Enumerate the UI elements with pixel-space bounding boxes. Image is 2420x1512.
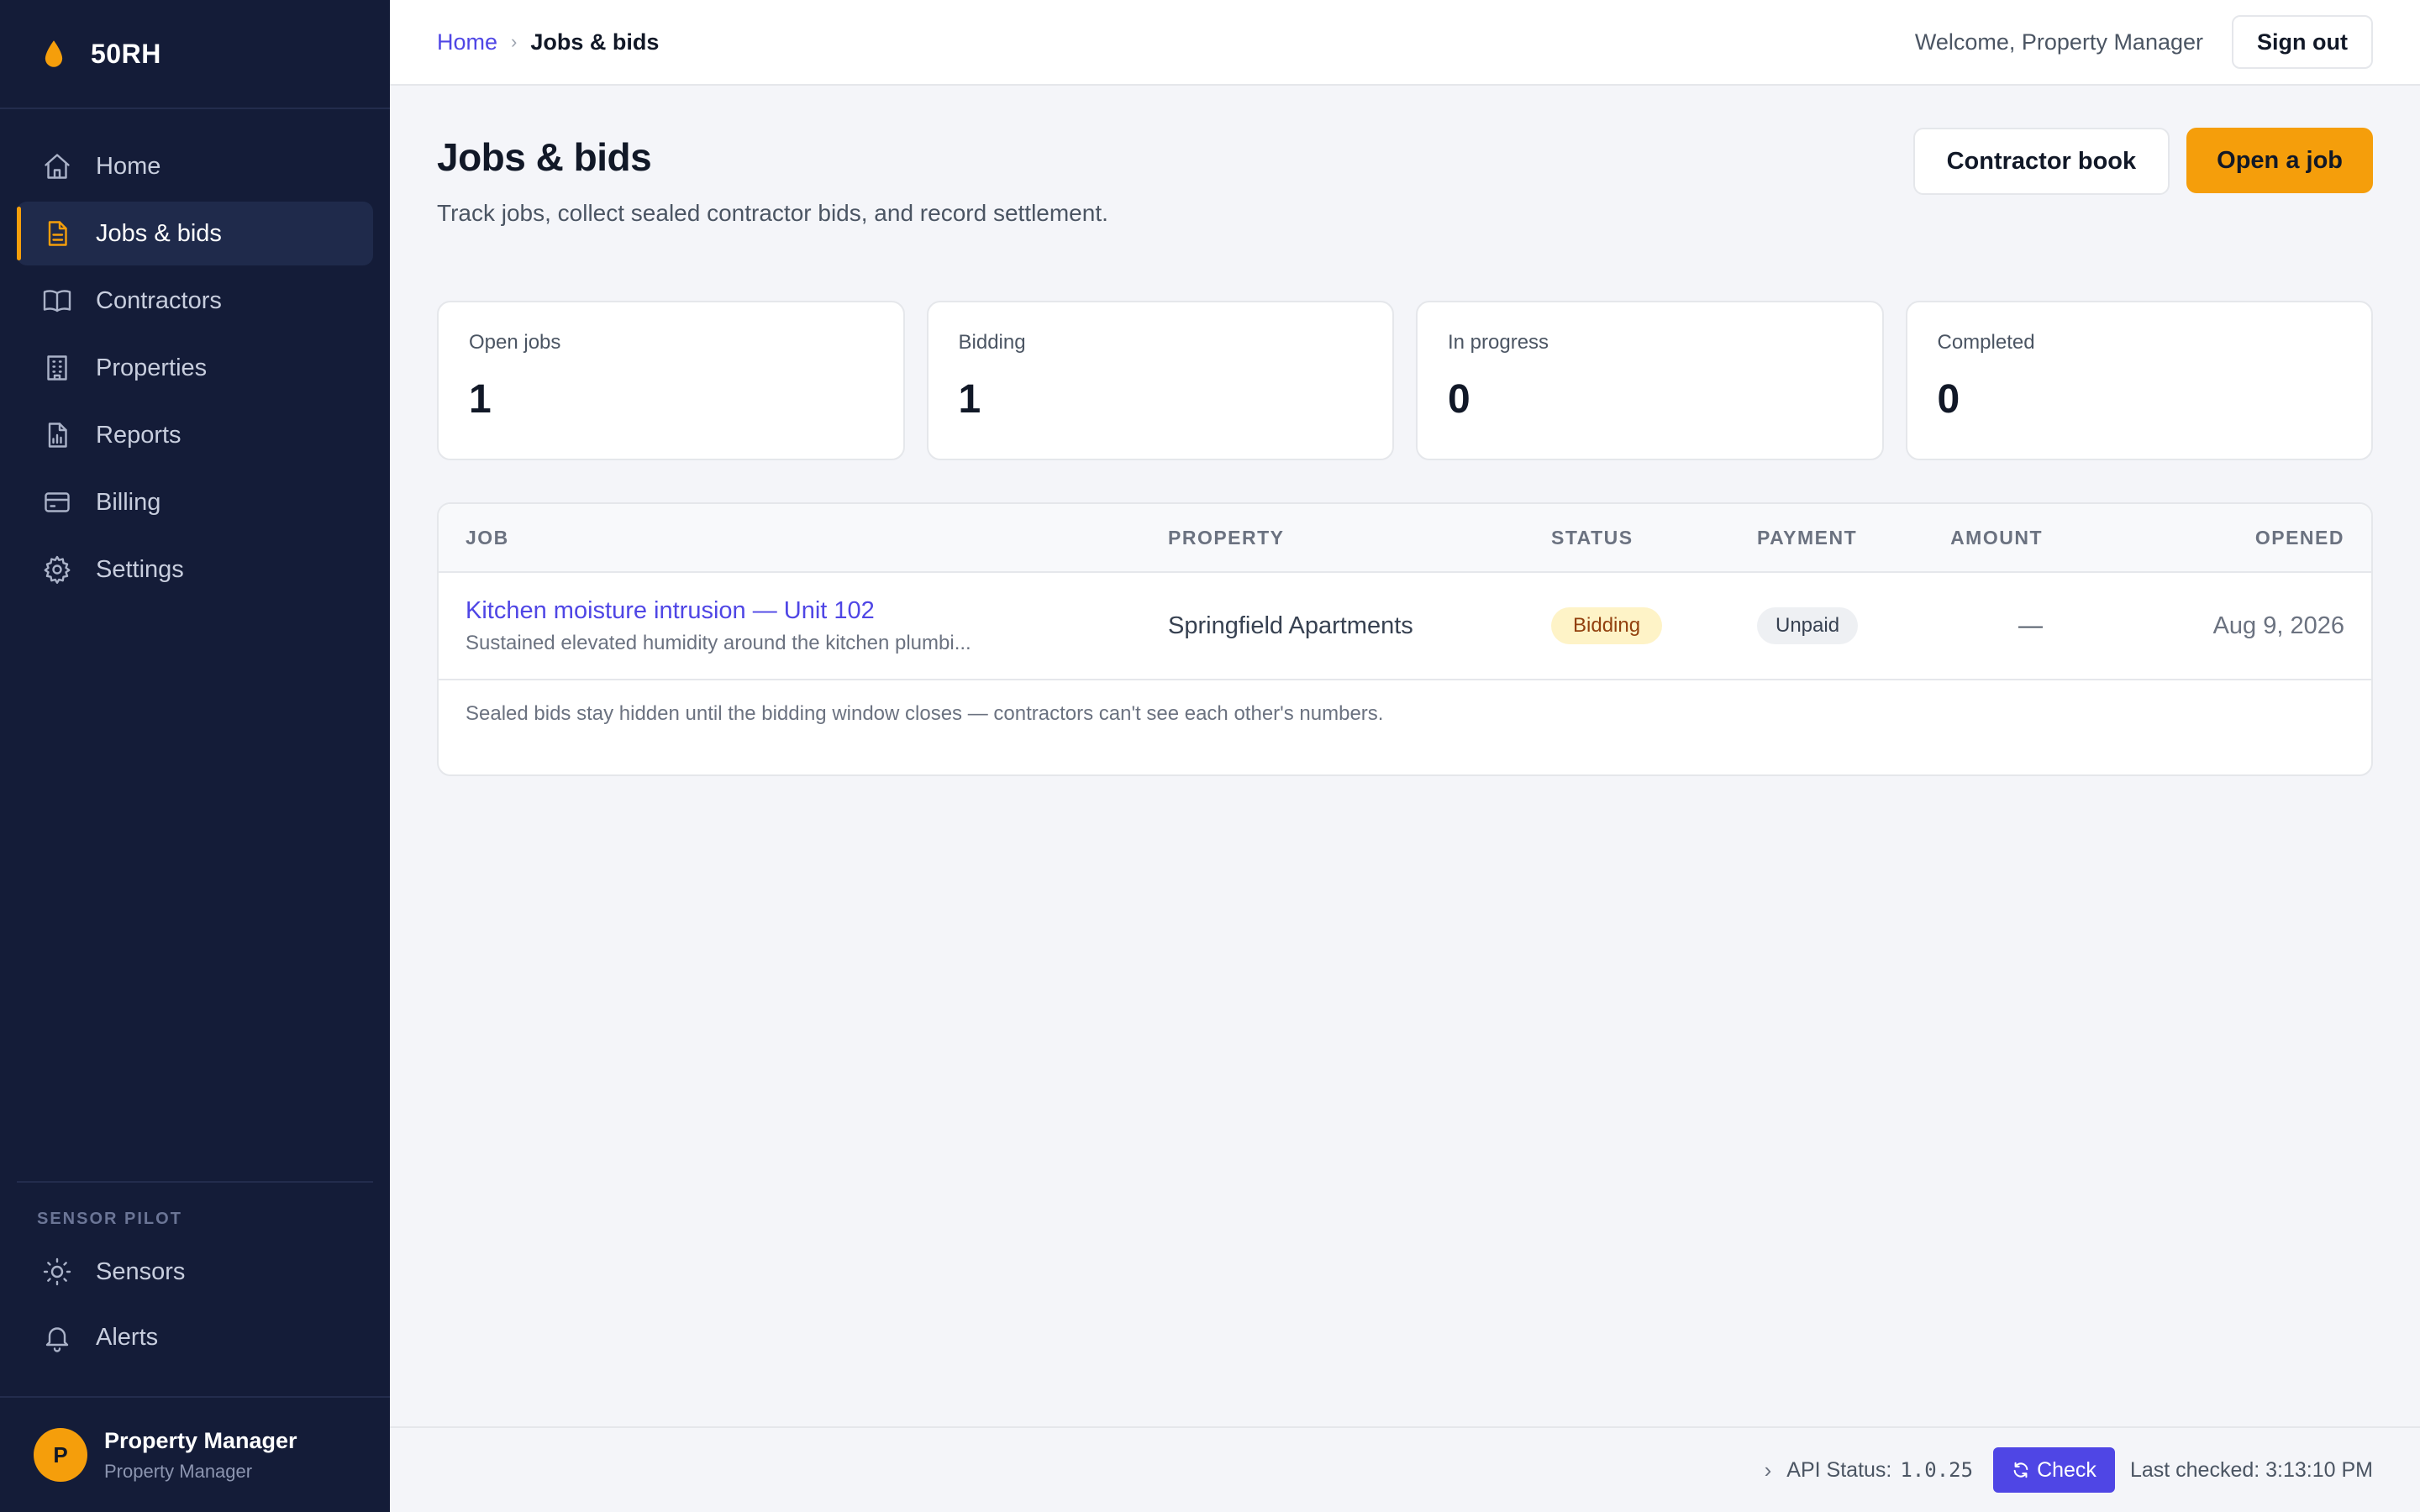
stat-card-bidding: Bidding 1 bbox=[926, 301, 1394, 460]
page-subtitle: Track jobs, collect sealed contractor bi… bbox=[437, 200, 1108, 226]
breadcrumb: Home › Jobs & bids bbox=[437, 29, 659, 55]
header-actions: Contractor book Open a job bbox=[1912, 128, 2373, 195]
status-badge: Bidding bbox=[1551, 607, 1663, 644]
chevron-right-icon[interactable]: › bbox=[1765, 1457, 1772, 1483]
stat-label: Completed bbox=[1937, 331, 2035, 354]
jobs-table: JOB PROPERTY STATUS PAYMENT AMOUNT OPENE… bbox=[437, 502, 2373, 776]
sidebar-item-label: Properties bbox=[96, 354, 208, 381]
payment-badge: Unpaid bbox=[1757, 607, 1859, 644]
stat-card-in-progress: In progress 0 bbox=[1416, 301, 1884, 460]
column-header-property[interactable]: PROPERTY bbox=[1168, 527, 1551, 549]
stat-value: 0 bbox=[1937, 377, 1960, 422]
user-profile[interactable]: P Property Manager Property Manager bbox=[0, 1396, 390, 1512]
stat-card-completed: Completed 0 bbox=[1905, 301, 2373, 460]
stat-label: Bidding bbox=[958, 331, 1026, 354]
welcome-text: Welcome, Property Manager bbox=[1914, 29, 2204, 55]
sidebar-item-billing[interactable]: Billing bbox=[17, 470, 373, 534]
payment-cell: Unpaid bbox=[1757, 607, 1925, 644]
sidebar-item-label: Reports bbox=[96, 421, 182, 449]
page-title: Jobs & bids bbox=[437, 135, 652, 179]
column-header-payment[interactable]: PAYMENT bbox=[1757, 527, 1925, 549]
sidebar-item-label: Jobs & bids bbox=[96, 219, 222, 247]
sensor-pilot-section: SENSOR PILOT Sensors Alerts bbox=[17, 1181, 373, 1372]
opened-cell: Aug 9, 2026 bbox=[2212, 612, 2344, 639]
sidebar-item-label: Alerts bbox=[96, 1323, 159, 1351]
stat-label: Open jobs bbox=[469, 331, 561, 354]
document-icon bbox=[48, 221, 67, 246]
breadcrumb-current: Jobs & bids bbox=[530, 29, 660, 55]
stat-value: 1 bbox=[469, 377, 492, 422]
sidebar-item-alerts[interactable]: Alerts bbox=[17, 1306, 373, 1368]
contractor-book-button[interactable]: Contractor book bbox=[1912, 128, 2170, 195]
sidebar-nav: Home Jobs & bids Contractors Properties … bbox=[0, 109, 390, 601]
status-bar: › API Status: 1.0.25 Check Last checked:… bbox=[390, 1426, 2420, 1512]
refresh-icon bbox=[2013, 1462, 2028, 1478]
card-icon bbox=[45, 492, 70, 512]
brand[interactable]: 50RH bbox=[0, 0, 390, 109]
avatar: P bbox=[34, 1428, 87, 1482]
sidebar-item-label: Settings bbox=[96, 555, 184, 583]
job-cell: Kitchen moisture intrusion — Unit 102 Su… bbox=[439, 597, 1168, 655]
table-header: JOB PROPERTY STATUS PAYMENT AMOUNT OPENE… bbox=[439, 504, 2371, 573]
sign-out-button[interactable]: Sign out bbox=[2232, 15, 2373, 69]
sidebar-item-properties[interactable]: Properties bbox=[17, 336, 373, 400]
job-description: Sustained elevated humidity around the k… bbox=[466, 631, 971, 654]
sidebar-item-settings[interactable]: Settings bbox=[17, 538, 373, 601]
status-cell: Bidding bbox=[1551, 607, 1757, 644]
stat-value: 1 bbox=[958, 377, 981, 422]
main-content: Jobs & bids Track jobs, collect sealed c… bbox=[390, 86, 2420, 1426]
api-version: 1.0.25 bbox=[1900, 1458, 1974, 1482]
sidebar-item-label: Billing bbox=[96, 488, 161, 516]
sidebar-item-sensors[interactable]: Sensors bbox=[17, 1241, 373, 1303]
top-bar: Home › Jobs & bids Welcome, Property Man… bbox=[390, 0, 2420, 86]
sidebar-item-label: Contractors bbox=[96, 286, 222, 314]
stats-row: Open jobs 1 Bidding 1 In progress 0 Comp… bbox=[437, 301, 2373, 460]
stat-card-open-jobs: Open jobs 1 bbox=[437, 301, 905, 460]
sidebar-item-label: Sensors bbox=[96, 1257, 186, 1285]
book-icon bbox=[43, 290, 71, 312]
job-title-link[interactable]: Kitchen moisture intrusion — Unit 102 bbox=[466, 597, 1168, 625]
table-footnote: Sealed bids stay hidden until the biddin… bbox=[466, 702, 1384, 725]
water-drop-logo-icon bbox=[45, 40, 63, 67]
sidebar-item-jobs-bids[interactable]: Jobs & bids bbox=[17, 202, 373, 265]
brand-name: 50RH bbox=[91, 38, 161, 69]
amount-cell: — bbox=[2018, 612, 2043, 639]
last-checked-text: Last checked: 3:13:10 PM bbox=[2129, 1457, 2373, 1482]
section-label: SENSOR PILOT bbox=[37, 1210, 182, 1228]
breadcrumb-separator: › bbox=[511, 31, 518, 52]
column-header-job[interactable]: JOB bbox=[439, 527, 1168, 549]
sidebar-item-home[interactable]: Home bbox=[17, 134, 373, 198]
page-header: Jobs & bids Track jobs, collect sealed c… bbox=[437, 86, 2373, 301]
building-icon bbox=[47, 355, 67, 381]
column-header-status[interactable]: STATUS bbox=[1551, 527, 1757, 549]
sidebar: 50RH Home Jobs & bids Contractors Proper… bbox=[0, 0, 390, 1512]
api-status-label: API Status: bbox=[1786, 1457, 1892, 1482]
home-icon bbox=[45, 154, 70, 179]
check-button[interactable]: Check bbox=[1993, 1447, 2115, 1493]
sidebar-item-contractors[interactable]: Contractors bbox=[17, 269, 373, 333]
breadcrumb-home-link[interactable]: Home bbox=[437, 29, 497, 55]
stat-label: In progress bbox=[1448, 331, 1549, 354]
column-header-opened[interactable]: OPENED bbox=[2043, 527, 2371, 549]
user-role: Property Manager bbox=[104, 1460, 253, 1482]
user-name: Property Manager bbox=[104, 1427, 297, 1453]
sidebar-item-reports[interactable]: Reports bbox=[17, 403, 373, 467]
column-header-amount[interactable]: AMOUNT bbox=[1925, 527, 2043, 549]
sidebar-item-label: Home bbox=[96, 152, 161, 180]
check-button-label: Check bbox=[2037, 1457, 2096, 1482]
sun-icon bbox=[43, 1257, 71, 1286]
bell-icon bbox=[45, 1327, 69, 1352]
gear-icon bbox=[44, 555, 71, 584]
report-icon bbox=[48, 423, 67, 448]
property-cell: Springfield Apartments bbox=[1168, 612, 1413, 639]
stat-value: 0 bbox=[1448, 377, 1470, 422]
table-row[interactable]: Kitchen moisture intrusion — Unit 102 Su… bbox=[439, 573, 2371, 680]
open-job-button[interactable]: Open a job bbox=[2186, 128, 2373, 193]
